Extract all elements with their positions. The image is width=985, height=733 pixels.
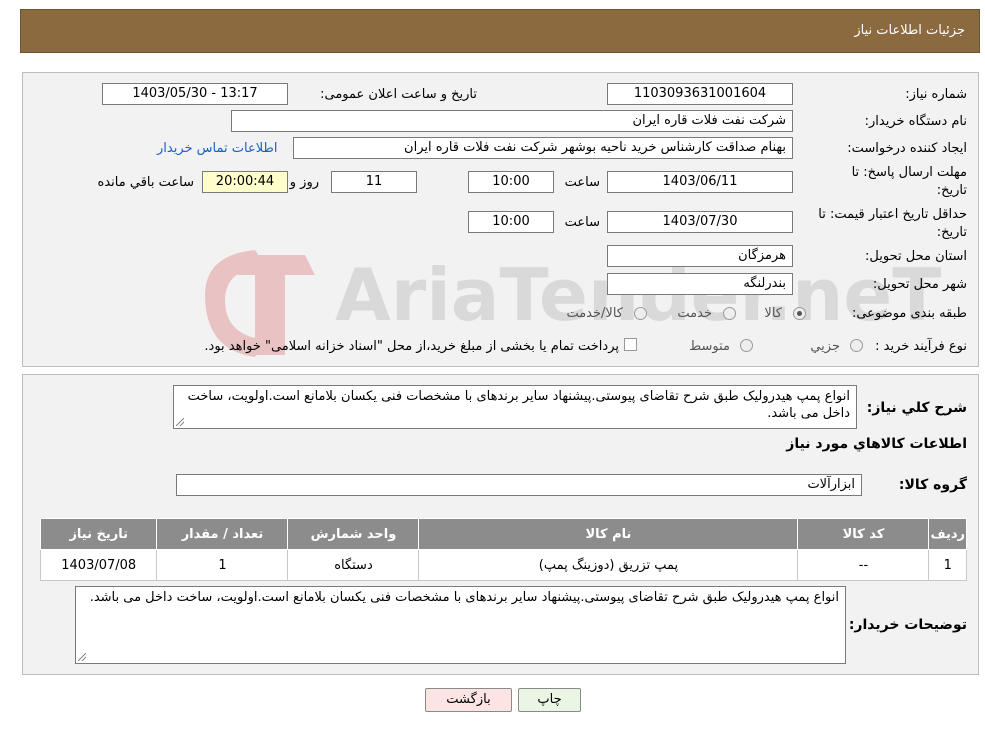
need-number-field: 1103093631001604 xyxy=(607,83,793,105)
category-option-service: خدمت xyxy=(677,306,712,321)
validity-label: حداقل تاریخ اعتبار قیمت: تا xyxy=(818,207,967,222)
process-note: پرداخت تمام یا بخشی از مبلغ خرید،از محل … xyxy=(204,339,619,354)
col-name: نام کالا xyxy=(418,518,799,550)
city-field: بندرلنگه xyxy=(607,273,793,295)
buyer-label: نام دستگاه خریدار: xyxy=(864,114,967,129)
process-radio-medium[interactable] xyxy=(740,339,753,352)
buyer-notes-text: انواع پمپ هیدرولیک طبق شرح تقاضای پیوستی… xyxy=(75,586,846,664)
resize-grip-icon xyxy=(176,418,184,426)
col-unit: واحد شمارش xyxy=(287,518,420,550)
deadline-time-label: ساعت xyxy=(564,175,600,190)
back-button[interactable]: بازگشت xyxy=(425,688,512,712)
province-field: هرمزگان xyxy=(607,245,793,267)
cell-name: پمپ تزریق (دوزینگ پمپ) xyxy=(418,549,799,581)
process-label: نوع فرآیند خرید : xyxy=(875,339,967,354)
cell-qty: 1 xyxy=(156,549,289,581)
deadline-time-field: 10:00 xyxy=(468,171,554,193)
buyer-field: شرکت نفت فلات قاره ایران xyxy=(231,110,793,132)
cell-code: -- xyxy=(797,549,930,581)
col-qty: تعداد / مقدار xyxy=(156,518,289,550)
validity-time-field: 10:00 xyxy=(468,211,554,233)
remaining-label: ساعت باقي مانده xyxy=(97,175,194,190)
buyer-notes-content: انواع پمپ هیدرولیک طبق شرح تقاضای پیوستی… xyxy=(89,590,839,605)
cell-unit: دستگاه xyxy=(287,549,420,581)
cell-date: 1403/07/08 xyxy=(39,549,158,581)
table-row: 1 -- پمپ تزریق (دوزینگ پمپ) دستگاه 1 140… xyxy=(39,549,967,581)
goods-group-label: گروه کالا: xyxy=(898,477,967,493)
category-label: طبقه بندی موضوعی: xyxy=(851,306,967,321)
category-radio-goods-service[interactable] xyxy=(634,307,647,320)
goods-table-header: رديف کد کالا نام کالا واحد شمارش تعداد /… xyxy=(39,518,967,550)
print-button[interactable]: چاپ xyxy=(518,688,581,712)
deadline-label-date: تاریخ: xyxy=(936,183,967,198)
goods-info-title: اطلاعات کالاهاي مورد نياز xyxy=(786,436,967,452)
summary-content: انواع پمپ هیدرولیک طبق شرح تقاضای پیوستی… xyxy=(187,389,850,421)
category-radio-service[interactable] xyxy=(723,307,736,320)
deadline-label: مهلت ارسال پاسخ: تا xyxy=(851,165,967,180)
city-label: شهر محل تحویل: xyxy=(872,277,967,292)
validity-date-field: 1403/07/30 xyxy=(607,211,793,233)
creator-field: بهنام صداقت کارشناس خرید ناحیه بوشهر شرک… xyxy=(293,137,793,159)
validity-time-label: ساعت xyxy=(564,215,600,230)
validity-label-date: تاریخ: xyxy=(936,225,967,240)
summary-text: انواع پمپ هیدرولیک طبق شرح تقاضای پیوستی… xyxy=(173,385,857,429)
deadline-date-field: 1403/06/11 xyxy=(607,171,793,193)
creator-label: ایجاد کننده درخواست: xyxy=(847,141,967,156)
announce-label: تاریخ و ساعت اعلان عمومی: xyxy=(320,87,477,102)
col-row: رديف xyxy=(928,518,967,550)
resize-grip-icon xyxy=(78,653,86,661)
col-date: تاریخ نیاز xyxy=(39,518,158,550)
process-radio-minor[interactable] xyxy=(850,339,863,352)
announce-field: 1403/05/30 - 13:17 xyxy=(102,83,288,105)
buyer-contact-link[interactable]: اطلاعات تماس خریدار xyxy=(157,141,277,156)
page-title: جزئیات اطلاعات نیاز xyxy=(854,23,965,38)
days-label: روز و xyxy=(289,175,319,190)
province-label: استان محل تحویل: xyxy=(865,249,967,264)
goods-table: رديف کد کالا نام کالا واحد شمارش تعداد /… xyxy=(39,518,967,581)
category-radio-goods[interactable] xyxy=(793,307,806,320)
category-option-goods-service: کالا/خدمت xyxy=(566,306,623,321)
cell-row: 1 xyxy=(928,549,967,581)
treasury-checkbox[interactable] xyxy=(624,338,637,351)
col-code: کد کالا xyxy=(797,518,930,550)
page-header: جزئیات اطلاعات نیاز xyxy=(20,9,980,53)
summary-label: شرح کلي نياز: xyxy=(866,400,967,416)
days-field: 11 xyxy=(331,171,417,193)
category-option-goods: کالا xyxy=(764,306,782,321)
goods-group-field: ابزارآلات xyxy=(176,474,862,496)
process-option-minor: جزيي xyxy=(810,339,840,354)
buyer-notes-label: توضیحات خریدار: xyxy=(848,617,967,633)
remaining-time-field: 20:00:44 xyxy=(202,171,288,193)
process-option-medium: متوسط xyxy=(689,339,730,354)
need-number-label: شماره نیاز: xyxy=(905,87,967,102)
